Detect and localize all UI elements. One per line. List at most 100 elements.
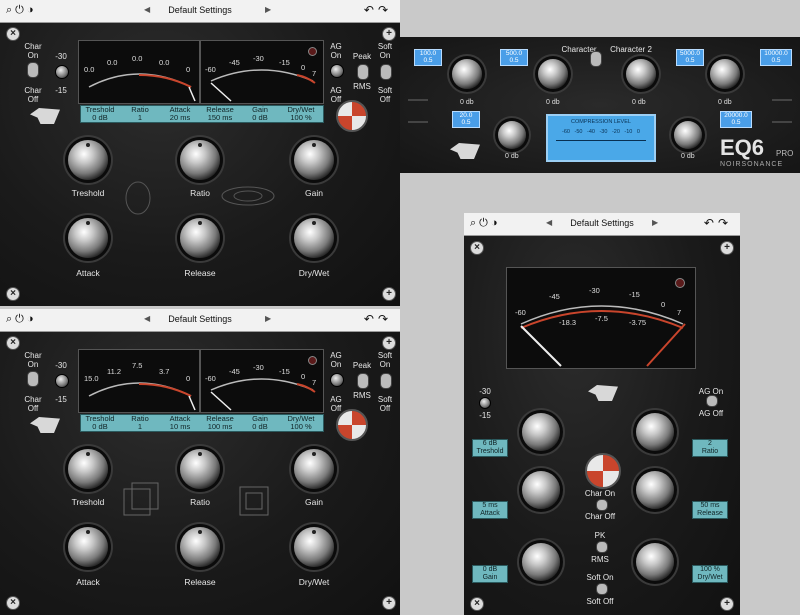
soft-toggle[interactable]: [380, 373, 392, 389]
gr-arc: [88, 73, 196, 102]
eq-band3-box[interactable]: 5000.0 0.5: [676, 49, 704, 66]
peak-rms-toggle[interactable]: [357, 64, 369, 80]
preset-name[interactable]: Default Settings: [0, 5, 400, 15]
eq-input-knob[interactable]: [498, 121, 526, 149]
soft-on-label: Soft On: [377, 42, 393, 60]
param-value: 100 %: [290, 422, 312, 431]
power-led-icon[interactable]: [308, 47, 317, 56]
readout-name: Ratio: [701, 448, 719, 455]
threshold-range-bottom: -15: [55, 86, 67, 95]
add-icon[interactable]: +: [382, 596, 396, 610]
eq-band1-gain-knob[interactable]: [452, 59, 482, 89]
gr-arc: [88, 382, 196, 411]
drywet-knob[interactable]: [294, 527, 334, 567]
release-knob[interactable]: [180, 527, 220, 567]
character2-label: Character 2: [610, 45, 652, 54]
hamburger-icon[interactable]: [408, 99, 428, 123]
threshold-knob[interactable]: [68, 449, 108, 489]
peak-rms-toggle[interactable]: [357, 373, 369, 389]
preset-name[interactable]: Default Settings: [464, 218, 740, 228]
char-toggle[interactable]: [27, 371, 39, 387]
threshold-readout: 6 dB Treshold: [472, 439, 508, 457]
eq-band2-box[interactable]: 500.0 0.5: [500, 49, 528, 66]
ratio-knob[interactable]: [636, 413, 674, 451]
power-led-icon[interactable]: [675, 278, 685, 288]
ag-toggle[interactable]: [706, 395, 718, 407]
pk-rms-toggle[interactable]: [596, 541, 608, 553]
attack-knob[interactable]: [68, 218, 108, 258]
rms-label: RMS: [353, 82, 371, 91]
close-icon[interactable]: ×: [470, 241, 484, 255]
close-icon[interactable]: ×: [470, 597, 484, 611]
close-icon[interactable]: ×: [6, 27, 20, 41]
next-preset-icon[interactable]: ▶: [652, 218, 658, 227]
add-icon[interactable]: +: [382, 287, 396, 301]
char-toggle[interactable]: [596, 499, 608, 511]
threshold-knob[interactable]: [68, 140, 108, 180]
character-toggle[interactable]: [590, 51, 602, 67]
threshold-range-top: -30: [479, 387, 491, 396]
band-q: 0.5: [509, 57, 519, 64]
gain-knob[interactable]: [294, 140, 334, 180]
add-icon[interactable]: +: [720, 597, 734, 611]
gain-knob[interactable]: [294, 449, 334, 489]
sidechain-badge[interactable]: [336, 409, 368, 441]
param-value: 0 dB: [92, 422, 108, 431]
add-icon[interactable]: +: [382, 27, 396, 41]
undo-redo-icons[interactable]: ↶↷: [364, 312, 392, 326]
next-preset-icon[interactable]: ▶: [265, 314, 271, 323]
hamburger-icon[interactable]: [772, 99, 792, 123]
soft-toggle[interactable]: [596, 583, 608, 595]
power-led-icon[interactable]: [308, 356, 317, 365]
eq-band4-gain-knob[interactable]: [710, 59, 740, 89]
eq-band3-gain-knob[interactable]: [626, 59, 656, 89]
char-on-label: Char On: [24, 351, 42, 369]
peak-label: Peak: [352, 361, 372, 370]
drywet-knob[interactable]: [636, 543, 674, 581]
brand-name: NOIRSONANCE: [720, 161, 784, 168]
eq-highcut-box[interactable]: 20000.0 0.5: [720, 111, 752, 128]
param-value: 0 dB: [92, 113, 108, 122]
attack-knob[interactable]: [522, 471, 560, 509]
close-icon[interactable]: ×: [6, 287, 20, 301]
eq-output-knob[interactable]: [674, 121, 702, 149]
close-icon[interactable]: ×: [6, 596, 20, 610]
pk-label: PK: [594, 531, 606, 540]
threshold-range-knob[interactable]: [479, 397, 491, 409]
compression-meter-bar: [556, 140, 646, 145]
next-preset-icon[interactable]: ▶: [265, 5, 271, 14]
threshold-range-knob[interactable]: [55, 374, 69, 388]
soft-off-label: Soft Off: [377, 86, 393, 104]
eq-band2-gain-knob[interactable]: [538, 59, 568, 89]
drywet-knob[interactable]: [294, 218, 334, 258]
add-icon[interactable]: +: [720, 241, 734, 255]
eq-band4-box[interactable]: 10000.0 0.5: [760, 49, 792, 66]
readout-value: 6 dB: [482, 440, 498, 447]
eq-band1-box[interactable]: 100.0 0.5: [414, 49, 442, 66]
gain-readout: 0 dB Gain: [472, 565, 508, 583]
ag-on-label: AG On: [330, 351, 342, 369]
band-freq: 500.0: [505, 50, 523, 57]
ag-switch[interactable]: [330, 373, 344, 387]
threshold-knob[interactable]: [522, 413, 560, 451]
sidechain-badge[interactable]: [336, 100, 368, 132]
char-toggle[interactable]: [27, 62, 39, 78]
release-knob[interactable]: [636, 471, 674, 509]
preset-name[interactable]: Default Settings: [0, 314, 400, 324]
threshold-range-knob[interactable]: [55, 65, 69, 79]
ag-switch[interactable]: [330, 64, 344, 78]
ratio-knob[interactable]: [180, 140, 220, 180]
undo-redo-icons[interactable]: ↶↷: [704, 216, 732, 230]
brand-logo: [30, 417, 60, 433]
sidechain-badge[interactable]: [585, 453, 621, 489]
readout-name: Gain: [482, 574, 498, 581]
brand-logo: [30, 108, 60, 124]
soft-toggle[interactable]: [380, 64, 392, 80]
gain-knob[interactable]: [522, 543, 560, 581]
add-icon[interactable]: +: [382, 336, 396, 350]
attack-knob[interactable]: [68, 527, 108, 567]
eq-lowcut-box[interactable]: 20.0 0.5: [452, 111, 480, 128]
undo-redo-icons[interactable]: ↶↷: [364, 3, 392, 17]
close-icon[interactable]: ×: [6, 336, 20, 350]
threshold-range-top: -30: [55, 361, 67, 370]
